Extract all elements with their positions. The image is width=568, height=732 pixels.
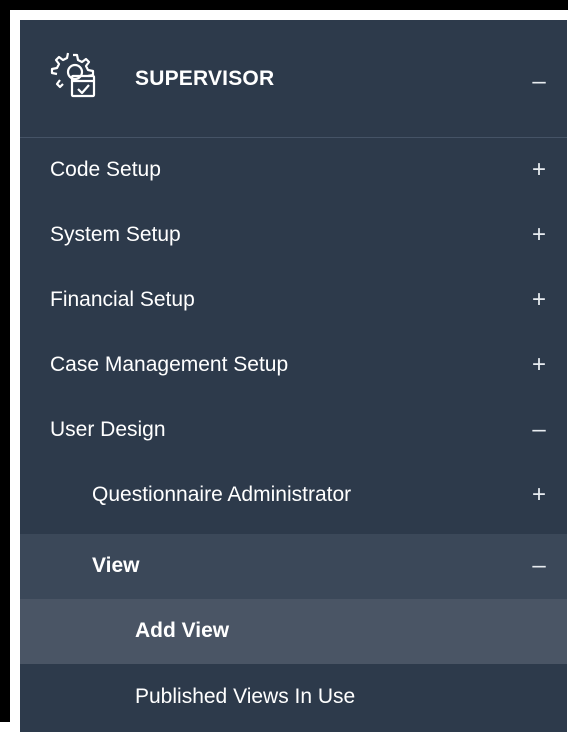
menu-item-label: Questionnaire Administrator [92, 483, 352, 506]
sidebar-menu: SUPERVISOR – Code Setup + System Setup +… [20, 20, 567, 732]
collapse-icon[interactable]: – [529, 554, 549, 578]
menu-item-financial-setup[interactable]: Financial Setup + [20, 268, 567, 333]
menu-item-published-views-in-use[interactable]: Published Views In Use [20, 665, 567, 730]
menu-item-label: Published Views In Use [135, 685, 356, 708]
menu-item-label: Financial Setup [50, 288, 195, 311]
screenshot-frame: SUPERVISOR – Code Setup + System Setup +… [0, 0, 568, 732]
menu-header-supervisor[interactable]: SUPERVISOR – [20, 20, 567, 138]
menu-item-case-management-setup[interactable]: Case Management Setup + [20, 333, 567, 398]
menu-item-questionnaire-administrator[interactable]: Questionnaire Administrator + [20, 463, 567, 528]
collapse-icon[interactable]: – [529, 70, 549, 94]
expand-icon[interactable]: + [529, 288, 549, 312]
menu-item-label: User Design [50, 418, 166, 441]
menu-item-label: System Setup [50, 223, 181, 246]
expand-icon[interactable]: + [529, 158, 549, 182]
menu-item-label: Case Management Setup [50, 353, 289, 376]
menu-item-system-setup[interactable]: System Setup + [20, 203, 567, 268]
menu-item-view[interactable]: View – [20, 534, 567, 599]
menu-item-label: Add View [135, 619, 230, 642]
expand-icon[interactable]: + [529, 483, 549, 507]
menu-item-add-view[interactable]: Add View [20, 599, 567, 664]
expand-icon[interactable]: + [529, 223, 549, 247]
expand-icon[interactable]: + [529, 353, 549, 377]
menu-item-code-setup[interactable]: Code Setup + [20, 138, 567, 203]
menu-item-label: Code Setup [50, 158, 161, 181]
collapse-icon[interactable]: – [529, 418, 549, 442]
menu-header-title: SUPERVISOR [135, 67, 275, 90]
menu-item-user-design[interactable]: User Design – [20, 398, 567, 463]
gear-checklist-icon [50, 52, 96, 98]
menu-item-label: View [92, 554, 140, 577]
